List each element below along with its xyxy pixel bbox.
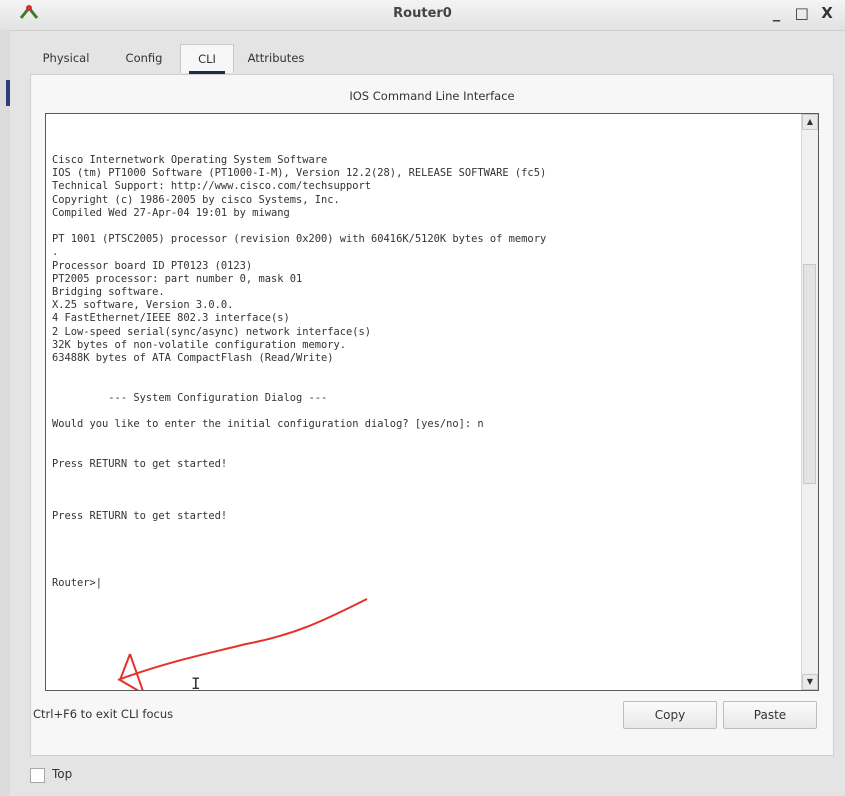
left-edge [0, 30, 10, 796]
top-checkbox[interactable] [30, 768, 45, 783]
cli-focus-hint: Ctrl+F6 to exit CLI focus [33, 707, 174, 721]
minimize-button[interactable]: _ [767, 4, 787, 22]
window-title: Router0 [393, 6, 452, 21]
left-edge-marker [6, 80, 10, 106]
scroll-up-arrow-icon[interactable]: ▲ [802, 114, 818, 130]
window-controls: _ □ X [767, 4, 837, 22]
window-titlebar: Router0 _ □ X [0, 0, 845, 31]
vertical-scrollbar[interactable]: ▲ ▼ [801, 114, 818, 690]
tab-physical[interactable]: Physical [30, 44, 102, 72]
red-arrow-annotation [117, 598, 368, 690]
maximize-button[interactable]: □ [792, 4, 812, 22]
tab-cli[interactable]: CLI [180, 44, 234, 74]
close-button[interactable]: X [817, 4, 837, 22]
cli-panel: IOS Command Line Interface Cisco Interne… [30, 74, 834, 756]
tab-cli-label: CLI [198, 52, 216, 66]
text-cursor-icon: I [191, 674, 201, 691]
tab-config[interactable]: Config [118, 44, 170, 72]
paste-button[interactable]: Paste [723, 701, 817, 729]
top-label: Top [52, 767, 73, 781]
scroll-thumb[interactable] [803, 264, 816, 484]
cli-terminal[interactable]: Cisco Internetwork Operating System Soft… [45, 113, 819, 691]
cli-title: IOS Command Line Interface [349, 89, 515, 103]
copy-button[interactable]: Copy [623, 701, 717, 729]
scroll-down-arrow-icon[interactable]: ▼ [802, 674, 818, 690]
tab-attributes[interactable]: Attributes [240, 44, 312, 72]
